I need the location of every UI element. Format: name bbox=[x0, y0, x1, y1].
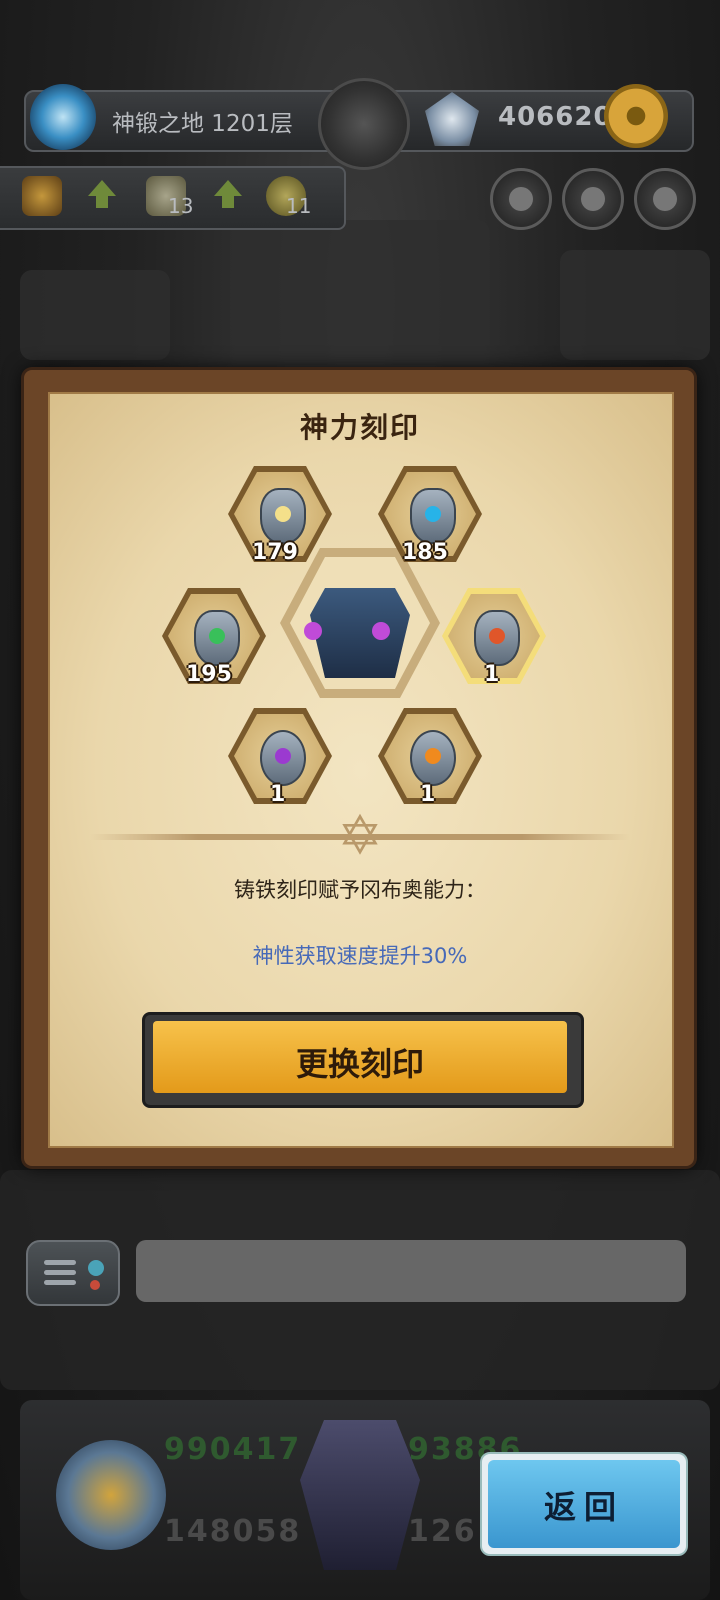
moon-rune-icon bbox=[410, 488, 456, 544]
slot-count-purple-flame: 1 bbox=[270, 782, 286, 807]
hero-stat-right-bottom: 126 bbox=[408, 1514, 477, 1549]
monster-button[interactable] bbox=[634, 168, 696, 230]
change-imprint-button[interactable]: 更换刻印 bbox=[142, 1012, 584, 1108]
orange-swirl-rune-icon bbox=[410, 730, 456, 786]
hexagram-star-icon: ✡ bbox=[337, 804, 383, 867]
leaf-rune-icon bbox=[194, 610, 240, 666]
anvil-button[interactable] bbox=[490, 168, 552, 230]
forge-gear-icon[interactable] bbox=[318, 78, 410, 170]
armor-equipment-icon bbox=[310, 588, 410, 678]
slot-count-orange-swirl: 1 bbox=[420, 782, 436, 807]
slot-count-fire: 1 bbox=[484, 662, 500, 687]
portal-icon[interactable] bbox=[30, 84, 96, 150]
change-imprint-button-label: 更换刻印 bbox=[295, 1045, 424, 1083]
armor-gem-left bbox=[304, 622, 322, 640]
star-emblem-icon[interactable] bbox=[22, 176, 62, 216]
sun-rune-icon bbox=[260, 488, 306, 544]
hero-portrait-center[interactable] bbox=[300, 1420, 420, 1570]
armor-gem-right bbox=[372, 622, 390, 640]
upgrade-arrow-stem bbox=[96, 194, 108, 208]
beast-button[interactable] bbox=[562, 168, 624, 230]
upgrade-arrow-stem bbox=[222, 194, 234, 208]
slot-count-moon: 185 bbox=[402, 540, 448, 565]
hero-portrait-left[interactable] bbox=[56, 1440, 166, 1550]
coin-stack-count: 13 bbox=[168, 194, 194, 218]
back-button[interactable]: 返回 bbox=[480, 1452, 688, 1556]
panel-title: 神力刻印 bbox=[299, 411, 420, 444]
settings-gear-icon[interactable] bbox=[604, 84, 668, 148]
hero-stat-left-bottom: 148058 bbox=[164, 1514, 302, 1549]
fire-rune-icon bbox=[474, 610, 520, 666]
hero-stat-left-top: 990417 bbox=[164, 1432, 302, 1467]
imprint-effect-text: 神性获取速度提升30% bbox=[252, 944, 468, 968]
slot-count-leaf: 195 bbox=[186, 662, 232, 687]
slot-count-sun: 179 bbox=[252, 540, 298, 565]
imprint-description-title: 铸铁刻印赋予冈布奥能力： bbox=[234, 878, 486, 902]
laurel-medal-count: 11 bbox=[286, 194, 312, 218]
currency-value: 406620 bbox=[498, 102, 613, 132]
back-button-label: 返回 bbox=[543, 1488, 624, 1526]
chat-menu-icon[interactable] bbox=[26, 1240, 120, 1306]
purple-flame-rune-icon bbox=[260, 730, 306, 786]
chat-message-box[interactable] bbox=[136, 1240, 686, 1302]
floor-label: 神锻之地 1201层 bbox=[112, 111, 293, 137]
